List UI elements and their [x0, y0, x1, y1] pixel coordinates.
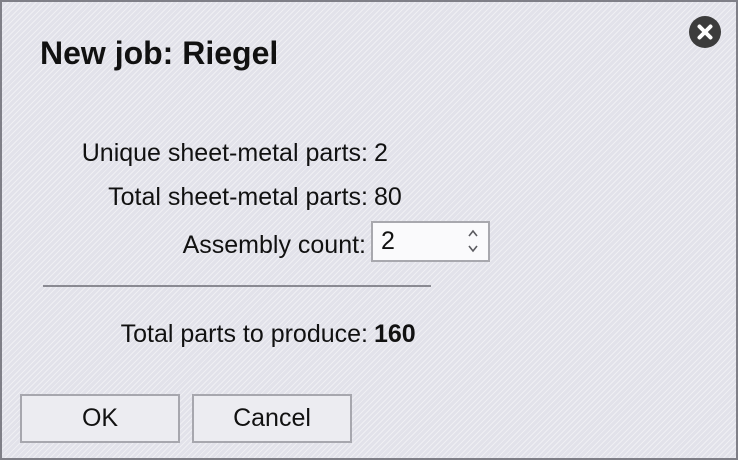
unique-parts-label: Unique sheet-metal parts: [81, 139, 368, 167]
total-parts-value: 80 [374, 183, 402, 211]
stepper-decrement-button[interactable] [465, 242, 481, 256]
assembly-count-row: Assembly count: [2, 229, 366, 261]
assembly-count-input[interactable] [373, 223, 461, 260]
total-parts-label: Total sheet-metal parts: [108, 183, 368, 211]
total-parts-row: Total sheet-metal parts: 80 [2, 181, 402, 213]
unique-parts-row: Unique sheet-metal parts: 2 [2, 137, 388, 169]
assembly-count-label: Assembly count: [182, 231, 366, 259]
ok-button[interactable]: OK [20, 394, 180, 443]
close-button[interactable] [689, 16, 721, 48]
divider [43, 285, 431, 287]
chevron-up-icon [468, 229, 478, 237]
stepper-increment-button[interactable] [465, 226, 481, 240]
new-job-dialog: New job: Riegel Unique sheet-metal parts… [0, 0, 738, 460]
total-to-produce-row: Total parts to produce: 160 [2, 318, 416, 350]
dialog-title: New job: Riegel [40, 35, 279, 71]
total-to-produce-label: Total parts to produce: [120, 320, 368, 348]
close-icon [697, 24, 713, 40]
total-to-produce-value: 160 [374, 320, 416, 348]
unique-parts-value: 2 [374, 139, 388, 167]
cancel-button[interactable]: Cancel [192, 394, 352, 443]
assembly-count-stepper[interactable] [371, 221, 490, 262]
chevron-down-icon [468, 245, 478, 253]
